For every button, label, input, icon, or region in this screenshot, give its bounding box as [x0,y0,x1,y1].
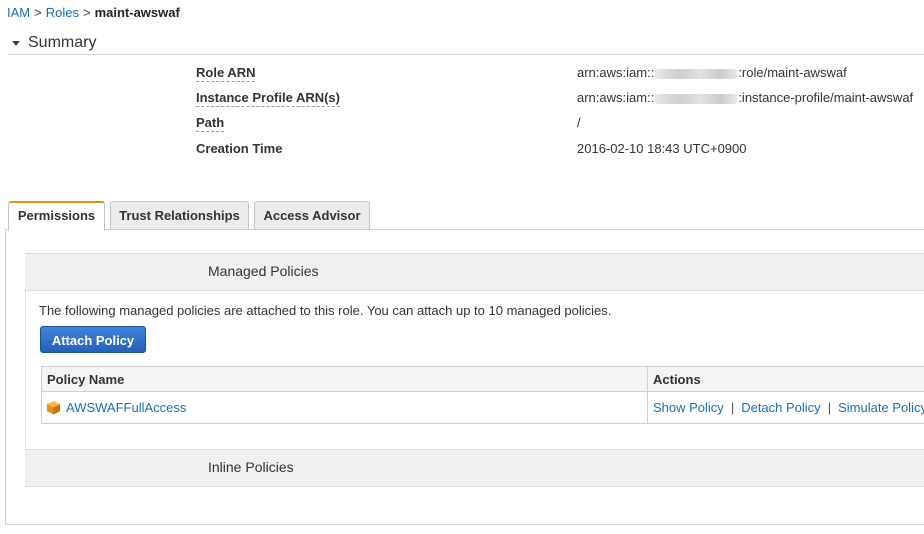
managed-policies-header[interactable]: Managed Policies [25,253,924,291]
caret-down-icon [12,41,20,46]
creation-time-value: 2016-02-10 18:43 UTC+0900 [577,141,747,156]
managed-policies-intro: The following managed policies are attac… [39,303,612,318]
breadcrumb-separator: > [82,5,91,20]
path-value: / [577,115,581,130]
actions-column-header: Actions [653,372,701,387]
managed-policies-body: The following managed policies are attac… [25,290,924,448]
detach-policy-link[interactable]: Detach Policy [741,400,820,415]
policy-table: Policy Name Actions AWSWAFFullAccess Sho… [41,366,924,424]
policy-actions: Show Policy | Detach Policy | Simulate Polic… [653,400,924,415]
inline-policies-title: Inline Policies [208,459,294,475]
role-arn-value: arn:aws:iam:::role/maint-awswaf [577,65,847,80]
breadcrumb: IAM > Roles > maint-awswaf [7,5,180,20]
policy-name-link[interactable]: AWSWAFFullAccess [66,400,186,415]
permissions-panel: Managed Policies The following managed p… [5,229,924,525]
tab-permissions[interactable]: Permissions [8,201,105,231]
breadcrumb-roles-link[interactable]: Roles [46,5,79,20]
instance-profile-arn-value: arn:aws:iam:::instance-profile/maint-aws… [577,90,914,105]
redacted-account-id [655,93,738,104]
action-separator: | [730,400,735,415]
attach-policy-button[interactable]: Attach Policy [40,326,146,353]
table-header: Policy Name Actions [42,367,924,392]
show-policy-link[interactable]: Show Policy [653,400,724,415]
instance-profile-arn-label: Instance Profile ARN(s) [196,90,340,107]
action-separator: | [827,400,832,415]
inline-policies-header[interactable]: Inline Policies [25,449,924,487]
policy-cube-icon [46,400,61,415]
creation-time-label: Creation Time [196,141,283,156]
breadcrumb-current: maint-awswaf [94,5,180,20]
managed-policies-title: Managed Policies [208,263,319,279]
table-row: AWSWAFFullAccess Show Policy | Detach Poli… [42,392,924,423]
tab-trust-relationships[interactable]: Trust Relationships [110,201,249,229]
role-arn-label: Role ARN [196,65,256,82]
breadcrumb-iam-link[interactable]: IAM [7,5,30,20]
summary-section-toggle[interactable]: Summary [8,32,924,55]
policy-name-column-header[interactable]: Policy Name [47,372,124,387]
summary-title: Summary [28,34,97,51]
path-label: Path [196,115,225,132]
breadcrumb-separator: > [34,5,42,20]
simulate-policy-link[interactable]: Simulate Policy [838,400,924,415]
tab-access-advisor[interactable]: Access Advisor [254,201,370,229]
redacted-account-id [655,68,738,79]
